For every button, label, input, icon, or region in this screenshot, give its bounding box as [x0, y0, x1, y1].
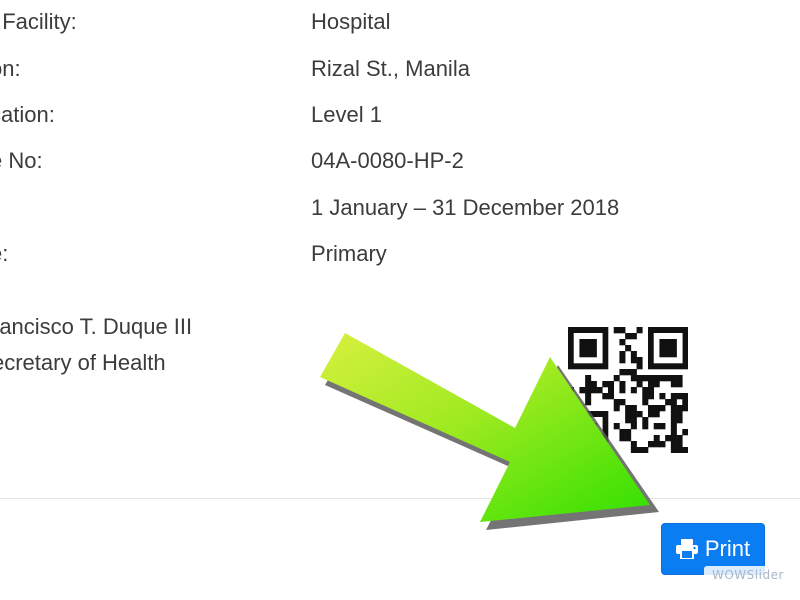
detail-value: Primary [311, 241, 387, 266]
detail-label: on: [0, 56, 21, 81]
detail-label: e: [0, 241, 9, 266]
detail-value: Level 1 [311, 102, 382, 127]
detail-row-location: on: Rizal St., Manila [0, 54, 800, 84]
detail-value: Hospital [311, 9, 391, 34]
printer-icon [675, 539, 698, 559]
detail-label: e No: [0, 148, 43, 173]
watermark-logo: WOWSlider [704, 566, 792, 584]
license-details-page: f Facility: Hospital on: Rizal St., Mani… [0, 0, 800, 600]
detail-label: cation: [0, 102, 55, 127]
detail-row-type: e: Primary [0, 239, 800, 269]
detail-value: 04A-0080-HP-2 [311, 148, 464, 173]
detail-row-license-no: e No: 04A-0080-HP-2 [0, 146, 800, 176]
green-arrow-pointer [320, 333, 659, 530]
detail-label: f Facility: [0, 9, 77, 34]
signatory-title: ecretary of Health [0, 350, 166, 375]
signatory-name: rancisco T. Duque III [0, 314, 193, 339]
detail-value: Rizal St., Manila [311, 56, 470, 81]
detail-row-validity: : 1 January – 31 December 2018 [0, 193, 800, 223]
detail-value: 1 January – 31 December 2018 [311, 195, 620, 220]
detail-row-facility-type: f Facility: Hospital [0, 7, 800, 37]
print-button-label: Print [704, 536, 751, 561]
detail-row-classification: cation: Level 1 [0, 100, 800, 130]
